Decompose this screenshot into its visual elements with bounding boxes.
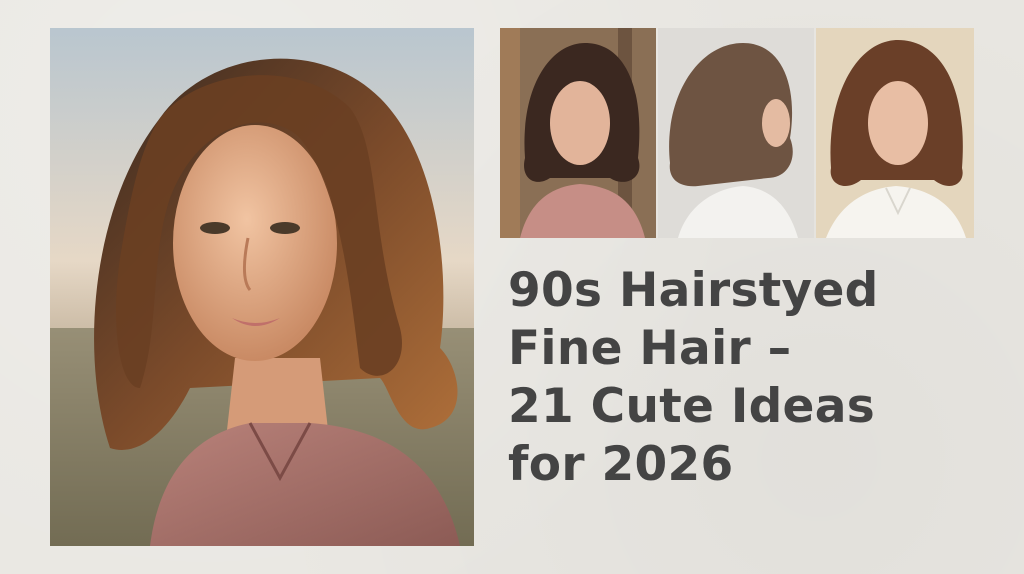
- thumb-3-illustration: [816, 28, 974, 238]
- thumbnail-image-3: [816, 28, 974, 238]
- headline-line-3: 21 Cute Ideas: [508, 379, 876, 434]
- main-portrait-image: [50, 28, 474, 546]
- portrait-illustration: [50, 28, 474, 546]
- thumbnail-image-2: [658, 28, 814, 238]
- headline-line-2: Fine Hair –: [508, 321, 792, 376]
- thumb-2-illustration: [658, 28, 814, 238]
- thumbnail-image-1: [500, 28, 656, 238]
- headline-line-4: for 2026: [508, 437, 734, 492]
- thumb-1-illustration: [500, 28, 656, 238]
- headline-title: 90s Hairstyed Fine Hair – 21 Cute Ideas …: [508, 262, 1008, 494]
- headline-line-1: 90s Hairstyed: [508, 263, 879, 318]
- page-canvas: 90s Hairstyed Fine Hair – 21 Cute Ideas …: [0, 0, 1024, 574]
